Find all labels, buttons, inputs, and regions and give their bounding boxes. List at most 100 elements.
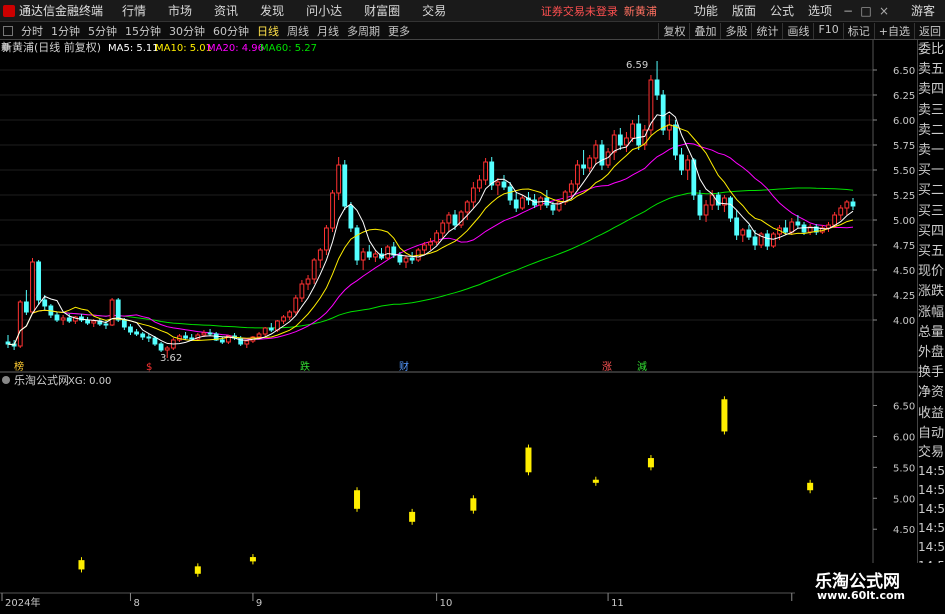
tab-multi-period[interactable]: 多周期 <box>343 23 384 39</box>
x-tick-label: 2024年 <box>5 596 40 609</box>
candle-body <box>660 94 666 131</box>
candle-body <box>299 283 305 299</box>
y-tick-label: 5.50 <box>893 166 915 177</box>
sub-y-tick-label: 4.50 <box>893 525 915 536</box>
candle-body <box>764 233 770 247</box>
chart-canvas[interactable]: 6.50 6.25 6.00 5.75 5.50 5.25 5.00 4.75 4.50 4.25… <box>0 40 917 609</box>
candle-body <box>91 320 97 324</box>
candle-body <box>464 201 470 213</box>
event-marker-rise[interactable]: 涨 <box>602 361 612 373</box>
tool-mark[interactable]: 标记 <box>842 22 874 39</box>
y-tick-label: 6.00 <box>893 116 915 127</box>
x-tick-label: 8 <box>133 598 139 609</box>
candle-body <box>54 314 60 321</box>
menu-item-news[interactable]: 资讯 <box>203 2 249 19</box>
tool-statistics[interactable]: 统计 <box>751 22 782 39</box>
tab-15min[interactable]: 15分钟 <box>121 23 165 39</box>
event-marker-reduce[interactable]: 減 <box>637 360 647 373</box>
candle-body <box>403 257 409 263</box>
menu-item-options[interactable]: 选项 <box>801 2 839 19</box>
menu-item-function[interactable]: 功能 <box>687 2 725 19</box>
candle-body <box>219 339 225 343</box>
minimize-icon[interactable]: − <box>839 4 857 18</box>
candle-body <box>679 154 684 171</box>
tool-back[interactable]: 返回 <box>914 22 945 39</box>
login-notice-text: 证券交易未登录 <box>540 4 618 18</box>
candle-body <box>293 297 299 313</box>
tool-draw[interactable]: 画线 <box>782 22 813 39</box>
ma-polyline <box>7 111 854 346</box>
candle-body <box>568 183 574 193</box>
sub-panel-indicator: XG: 0.00 <box>68 376 111 387</box>
candle-body <box>348 205 354 229</box>
side-field-label: 买二 <box>918 183 945 199</box>
candle-body <box>281 316 286 322</box>
candle-body <box>244 340 250 345</box>
maximize-icon[interactable]: □ <box>857 4 875 18</box>
candle-body <box>189 337 195 340</box>
menu-item-wealth[interactable]: 财富圈 <box>353 2 411 19</box>
tab-more[interactable]: 更多 <box>384 23 414 39</box>
guest-label[interactable]: 游客 <box>893 2 945 19</box>
tool-f10[interactable]: F10 <box>813 22 842 39</box>
ma-polyline <box>7 124 854 346</box>
side-field-label: 卖五 <box>918 62 945 78</box>
y-tick-label: 4.00 <box>893 316 915 327</box>
sub-y-tick-label: 5.50 <box>893 463 915 474</box>
candle-body <box>581 164 586 169</box>
sub-settings-icon[interactable] <box>2 376 10 384</box>
candle-body <box>336 164 342 194</box>
watermark-url: www.60lt.com <box>817 589 906 602</box>
menu-item-discover[interactable]: 发现 <box>249 2 295 19</box>
menu-item-ask[interactable]: 问小达 <box>295 2 353 19</box>
side-field-label: 买三 <box>918 203 945 219</box>
candle-body <box>789 221 795 233</box>
candle-body <box>587 157 593 169</box>
event-marker-dollar[interactable]: $ <box>146 362 152 373</box>
menu-item-market[interactable]: 市场 <box>157 2 203 19</box>
tab-intraday[interactable]: 分时 <box>17 23 47 39</box>
candle-body <box>36 261 42 301</box>
y-tick-label: 5.00 <box>893 216 915 227</box>
x-tick-label: 11 <box>611 598 624 609</box>
tab-30min[interactable]: 30分钟 <box>165 23 209 39</box>
y-tick-label: 4.50 <box>893 266 915 277</box>
tool-adjust[interactable]: 复权 <box>658 22 689 39</box>
login-notice[interactable]: 证券交易未登录 新黄浦 <box>541 3 657 19</box>
quote-side-panel: 委比 卖五 卖四 卖三 卖二 卖一 买一 买二 买三 买四 买五 现价 涨跌 涨幅 总量 外盘 换手 净资 收益 自… <box>917 40 945 611</box>
tool-multi-stock[interactable]: 多股 <box>720 22 751 39</box>
signal-bar <box>721 399 728 432</box>
tab-daily[interactable]: 日线 <box>253 23 283 39</box>
candle-body <box>489 161 495 186</box>
ma5-indicator: MA5: 5.11 <box>108 43 159 54</box>
menu-item-formula[interactable]: 公式 <box>763 2 801 19</box>
candle-body <box>42 299 48 307</box>
tab-weekly[interactable]: 周线 <box>283 23 313 39</box>
candle-body <box>703 204 709 216</box>
toolbar-toggle-icon[interactable] <box>3 25 13 36</box>
menu-item-layout[interactable]: 版面 <box>725 2 763 19</box>
tool-overlay[interactable]: 叠加 <box>689 22 720 39</box>
candle-body <box>183 335 188 339</box>
app-name: 通达信金融终端 <box>19 4 104 18</box>
tab-1min[interactable]: 1分钟 <box>47 23 84 39</box>
close-icon[interactable]: × <box>875 4 893 18</box>
candle-body <box>311 259 317 280</box>
tab-60min[interactable]: 60分钟 <box>209 23 253 39</box>
event-marker-finance[interactable]: 财 <box>399 360 409 373</box>
candle-body <box>740 229 746 236</box>
side-field-label: 卖二 <box>918 122 945 138</box>
tab-5min[interactable]: 5分钟 <box>84 23 121 39</box>
tool-add-watchlist[interactable]: +自选 <box>873 22 914 39</box>
candle-body <box>771 233 776 247</box>
signal-bar <box>525 447 532 473</box>
candle-body <box>152 337 158 345</box>
event-marker-drop[interactable]: 跌 <box>300 360 310 373</box>
menu-item-quotes[interactable]: 行情 <box>111 2 157 19</box>
side-trade-time: 自动 <box>918 425 945 441</box>
candle-body <box>330 192 335 229</box>
menu-item-trade[interactable]: 交易 <box>411 2 457 19</box>
event-marker-rank[interactable]: 榜 <box>14 360 24 373</box>
tab-monthly[interactable]: 月线 <box>313 23 343 39</box>
candle-body <box>5 341 11 345</box>
